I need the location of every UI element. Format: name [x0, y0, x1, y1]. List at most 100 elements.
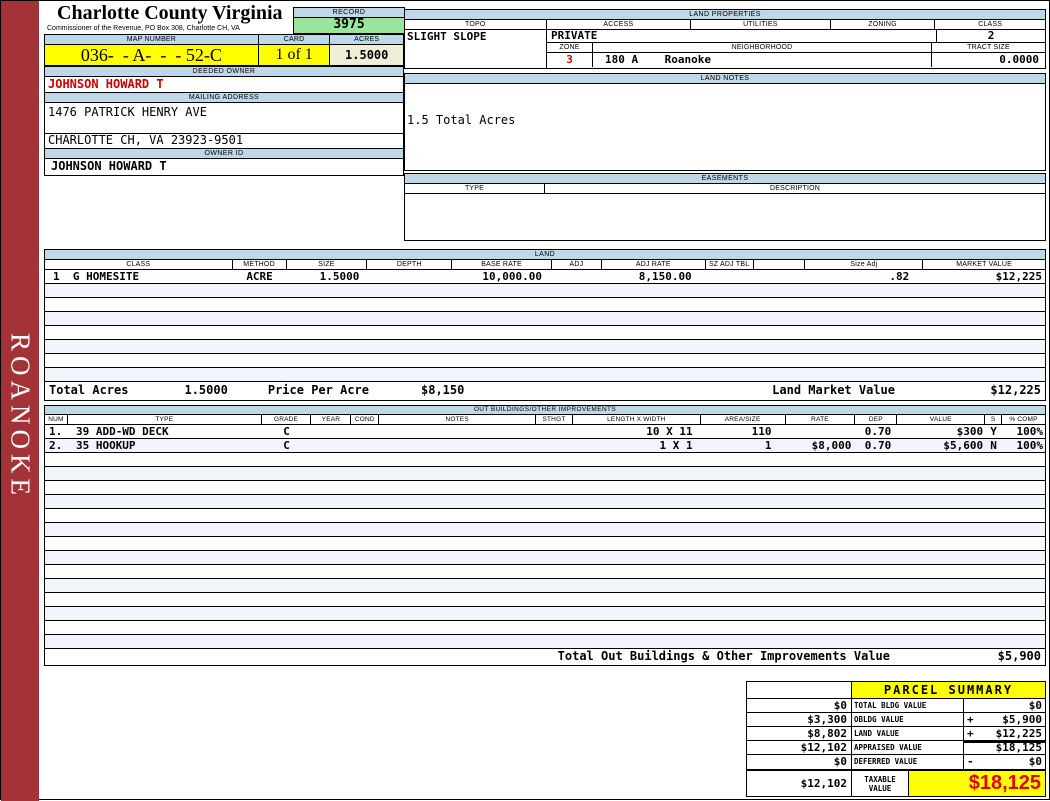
ps-prev-land: $8,802: [747, 727, 852, 740]
class-label: CLASS: [978, 21, 1003, 28]
land-col-size: SIZE: [287, 260, 368, 269]
land-market-value-label: Land Market Value: [772, 383, 895, 397]
parcel-summary: PARCEL SUMMARY $0 TOTAL BLDG VALUE $0 $3…: [746, 681, 1046, 797]
ob-col-s: S: [985, 415, 1003, 424]
neighborhood-value: 180 A Roanoke: [593, 53, 932, 67]
topo-cell: SLIGHT SLOPE: [405, 30, 547, 68]
ob-row2-dep: 0.70: [864, 439, 892, 452]
ob-col-year: YEAR: [311, 415, 352, 424]
land-adj-rate-value: 8,150.00: [638, 270, 692, 283]
ps-label-land: LAND VALUE: [852, 727, 964, 740]
map-card-acres-header: MAP NUMBER CARD ACRES: [45, 35, 403, 45]
ob-empty-row: [45, 565, 1045, 579]
ps-value-appraised: $18,125: [995, 741, 1042, 754]
ob-row2-num: 2.: [49, 439, 63, 452]
card-label: CARD: [258, 35, 331, 44]
taxable-value: $18,125: [909, 771, 1045, 796]
land-notes-title: LAND NOTES: [405, 74, 1045, 84]
district-vertical-label: ROANOKE: [5, 333, 36, 500]
land-adj-value: [552, 270, 602, 283]
utilities-label: UTILITIES: [691, 20, 831, 29]
ob-empty-row: [45, 621, 1045, 635]
ps-prev-total-bldg: $0: [747, 699, 852, 712]
land-base-rate-value: 10,000.00: [482, 270, 542, 283]
topo-label: TOPO: [405, 20, 547, 29]
ob-row1-comp: 100%: [1016, 425, 1043, 438]
total-acres-label: Total Acres: [49, 383, 129, 397]
ob-col-length-width: LENGTH X WIDTH: [573, 415, 701, 424]
ob-empty-row: [45, 635, 1045, 649]
land-size-value: 1.5000: [319, 270, 360, 283]
tract-size-label: TRACT SIZE: [967, 44, 1010, 51]
land-section: LAND CLASS METHOD SIZE DEPTH BASE RATE A…: [44, 249, 1046, 401]
topo-value: SLIGHT SLOPE: [407, 30, 487, 43]
land-col-depth: DEPTH: [367, 260, 453, 269]
parcel-summary-row: $12,102 APPRAISED VALUE $18,125: [747, 741, 1045, 755]
ob-row1-rate: [786, 425, 856, 438]
land-col-sz-adj-tbl: SZ ADJ TBL: [706, 260, 754, 269]
ob-row2-sthgt: [536, 439, 573, 452]
outbuildings-total-label: Total Out Buildings & Other Improvements…: [557, 649, 890, 663]
land-totals-row: Total Acres 1.5000 Price Per Acre $8,150…: [45, 382, 1045, 400]
outbuilding-row: 1. 39 ADD-WD DECK C 10 X 11 110 0.70 $30…: [45, 425, 1045, 439]
land-col-market-value: MARKET VALUE: [956, 261, 1013, 268]
ob-col-sthgt: STHGT: [536, 415, 573, 424]
ob-row1-notes: [379, 425, 536, 438]
ps-label-obldg: OBLDG VALUE: [852, 713, 964, 726]
deeded-owner-value: JOHNSON HOWARD T: [45, 77, 403, 93]
land-market-value: $12,225: [995, 270, 1042, 283]
land-col-adj-rate: ADJ RATE: [602, 260, 706, 269]
ob-empty-row: [45, 481, 1045, 495]
ob-col-dep: DEP: [855, 415, 898, 424]
ob-col-area-size: AREA/SIZE: [701, 415, 786, 424]
ob-row1-sthgt: [536, 425, 573, 438]
land-empty-row: [45, 368, 1045, 382]
easement-type-label: TYPE: [405, 184, 545, 193]
ob-row1-length-width: 10 X 11: [646, 425, 693, 438]
parcel-summary-header-blank: [747, 682, 852, 698]
mailing-address-label: MAILING ADDRESS: [45, 93, 403, 103]
ps-value-obldg: $5,900: [1002, 713, 1042, 726]
parcel-summary-header: PARCEL SUMMARY: [747, 682, 1045, 699]
ps-value-deferred: $0: [1028, 755, 1042, 768]
land-class-value: 1 G HOMESITE: [53, 270, 140, 283]
ob-row2-cond: [351, 439, 379, 452]
map-card-acres-table: MAP NUMBER CARD ACRES 036- - A- - - 52-C…: [44, 34, 404, 66]
map-number-label: MAP NUMBER: [45, 35, 259, 44]
class-value: 2: [987, 29, 995, 42]
ob-col-value: VALUE: [897, 415, 986, 424]
map-card-acres-values: 036- - A- - - 52-C 1 of 1 1.5000: [45, 45, 403, 65]
ob-empty-row: [45, 453, 1045, 467]
ob-row2-area: 1: [764, 439, 772, 452]
land-properties-panel: LAND PROPERTIES TOPO ACCESS UTILITIES ZO…: [404, 9, 1046, 69]
parcel-summary-row: $8,802 LAND VALUE + $12,225: [747, 727, 1045, 741]
land-method-value: ACRE: [246, 270, 273, 283]
tract-size-value: 0.0000: [999, 53, 1039, 66]
taxable-value-row: $12,102 TAXABLE VALUE $18,125: [747, 769, 1045, 796]
price-per-acre-value: $8,150: [421, 383, 465, 397]
ps-prev-appraised: $12,102: [747, 741, 852, 754]
map-number-value: 036- - A- - - 52-C: [45, 45, 259, 65]
ob-row2-type: 35 HOOKUP: [75, 439, 136, 452]
land-market-value-total: $12,225: [990, 383, 1041, 397]
ob-row2-comp: 100%: [1016, 439, 1043, 452]
owner-panel: DEEDED OWNER JOHNSON HOWARD T MAILING AD…: [44, 66, 404, 176]
land-empty-row: [45, 326, 1045, 340]
land-empty-row: [45, 284, 1045, 298]
ps-value-cell: $0: [964, 699, 1045, 712]
ob-row2-value: $5,600: [943, 439, 984, 452]
land-blank-value: [754, 270, 806, 283]
land-empty-row: [45, 354, 1045, 368]
land-col-base-rate: BASE RATE: [452, 260, 552, 269]
ps-value-total-bldg: $0: [1028, 699, 1042, 712]
zoning-label: ZONING: [831, 20, 936, 29]
access-label: ACCESS: [547, 20, 692, 29]
neighborhood-label: NEIGHBORHOOD: [593, 43, 932, 52]
zone-label: ZONE: [547, 43, 593, 52]
mailing-address-line1: 1476 PATRICK HENRY AVE: [45, 103, 403, 134]
ps-value-land: $12,225: [995, 727, 1042, 740]
ob-row1-value: $300: [956, 425, 984, 438]
ob-empty-row: [45, 593, 1045, 607]
ob-col-notes: NOTES: [379, 415, 537, 424]
taxable-label: TAXABLE VALUE: [852, 771, 909, 796]
